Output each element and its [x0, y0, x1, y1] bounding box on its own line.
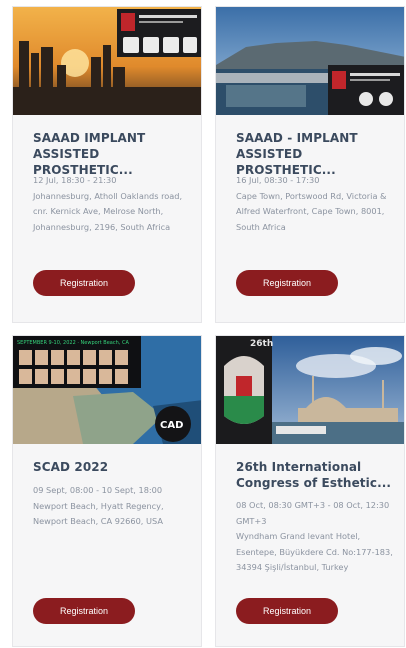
- event-card[interactable]: SEPTEMBER 9-10, 2022 · Newport Beach, CA…: [12, 335, 202, 647]
- event-date: 08 Oct, 08:30 GMT+3 - 08 Oct, 12:30 GMT+…: [236, 500, 390, 526]
- event-date: 12 Jul, 18:30 - 21:30: [33, 175, 117, 185]
- event-location: Wyndham Grand levant Hotel, Esentepe, Bü…: [236, 531, 393, 572]
- events-grid: SAAAD IMPLANT ASSISTED PROSTHETIC... 12 …: [0, 0, 406, 648]
- event-date: 09 Sept, 08:00 - 10 Sept, 18:00: [33, 485, 163, 495]
- event-card[interactable]: SAAAD IMPLANT ASSISTED PROSTHETIC... 12 …: [12, 6, 202, 323]
- event-location: Johannesburg, Atholl Oaklands road, cnr.…: [33, 190, 183, 232]
- event-title[interactable]: SAAAD IMPLANT ASSISTED PROSTHETIC...: [33, 130, 189, 178]
- event-title[interactable]: SAAAD - IMPLANT ASSISTED PROSTHETIC...: [236, 130, 392, 178]
- registration-button[interactable]: Registration: [33, 270, 135, 296]
- event-location: Cape Town, Portswood Rd, Victoria & Alfr…: [236, 190, 387, 232]
- event-details: 08 Oct, 08:30 GMT+3 - 08 Oct, 12:30 GMT+…: [236, 498, 394, 576]
- event-title[interactable]: SCAD 2022: [33, 459, 189, 475]
- banner-text: SEPTEMBER 9-10, 2022 · Newport Beach, CA: [17, 340, 129, 346]
- event-date: 16 Jul, 08:30 - 17:30: [236, 175, 320, 185]
- event-title[interactable]: 26th International Congress of Esthetic.…: [236, 459, 392, 491]
- registration-button[interactable]: Registration: [236, 598, 338, 624]
- event-card[interactable]: 26th 26th International Congress of Esth…: [215, 335, 405, 647]
- event-image-johannesburg[interactable]: [13, 7, 201, 115]
- event-details: 09 Sept, 08:00 - 10 Sept, 18:00 Newport …: [33, 483, 191, 530]
- badge-26th: 26th: [250, 339, 273, 349]
- event-image-istanbul[interactable]: 26th: [216, 336, 404, 444]
- event-image-cape-town[interactable]: [216, 7, 404, 115]
- registration-button[interactable]: Registration: [33, 598, 135, 624]
- event-details: 16 Jul, 08:30 - 17:30 Cape Town, Portswo…: [236, 173, 394, 235]
- event-image-newport-beach[interactable]: SEPTEMBER 9-10, 2022 · Newport Beach, CA…: [13, 336, 201, 444]
- registration-button[interactable]: Registration: [236, 270, 338, 296]
- event-card[interactable]: SAAAD - IMPLANT ASSISTED PROSTHETIC... 1…: [215, 6, 405, 323]
- cad-logo: CAD: [160, 420, 183, 431]
- event-details: 12 Jul, 18:30 - 21:30 Johannesburg, Atho…: [33, 173, 191, 235]
- event-location: Newport Beach, Hyatt Regency, Newport Be…: [33, 500, 164, 527]
